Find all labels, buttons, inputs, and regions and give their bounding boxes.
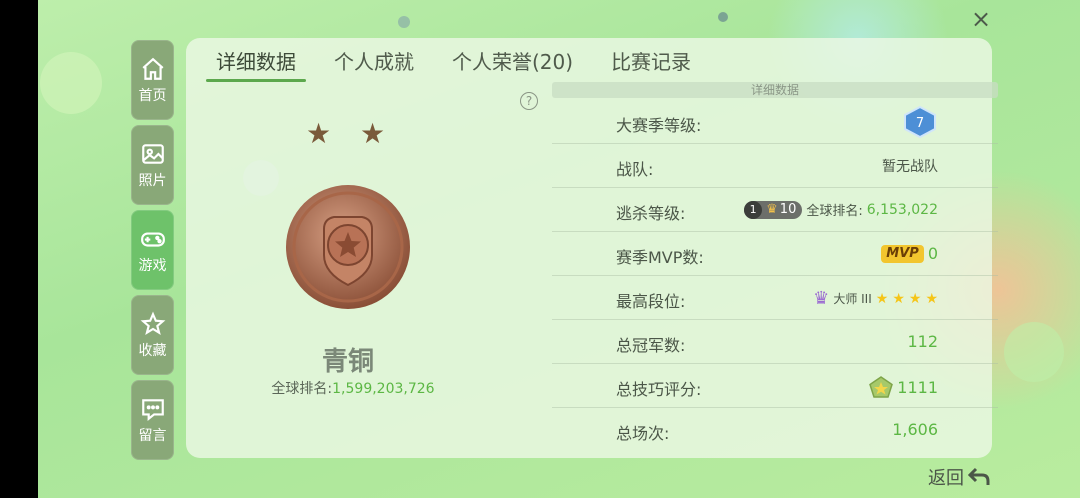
season-level-badge-icon: 7 (904, 106, 936, 138)
sidebar-item-label: 照片 (138, 172, 167, 189)
rank-star-icon: ★ (306, 117, 332, 150)
matches-label: 总场次: (616, 424, 670, 443)
global-rank-value: 1,599,203,726 (332, 381, 435, 397)
table-row: 最高段位: ♛ 大师 III ★ ★ ★ ★ (552, 276, 998, 320)
rank-title: 青铜 (321, 347, 374, 377)
skill-pentagon-icon (869, 376, 894, 398)
favorite-star-icon (140, 311, 165, 335)
photo-icon (141, 143, 164, 164)
main-panel: 详细数据 个人成就 个人荣誉(20) 比赛记录 ? ★ ★ 青铜 全球排名:1,… (186, 38, 998, 458)
table-row: 战队: 暂无战队 (552, 144, 998, 188)
sidebar-item-home[interactable]: 首页 (131, 40, 174, 120)
escape-badge-number: 1 (744, 200, 763, 219)
back-arrow-icon (968, 467, 990, 485)
table-row: 总冠军数: 112 (552, 320, 998, 364)
background-bubble (1004, 322, 1064, 382)
background-bubble (40, 52, 102, 114)
season-level-value: 7 (902, 106, 938, 138)
table-row: 总场次: 1,606 (552, 408, 998, 451)
escape-level-label: 逃杀等级: (616, 204, 686, 223)
bronze-rank-medal-icon (286, 185, 410, 309)
mvp-badge: MVP (881, 244, 924, 263)
close-button[interactable]: × (968, 6, 994, 32)
tab-details[interactable]: 详细数据 (206, 48, 306, 82)
mvp-value: MVP 0 (881, 244, 938, 263)
team-value: 暂无战队 (882, 159, 938, 175)
tier-star-icon: ★ (875, 290, 889, 307)
sidebar-item-label: 收藏 (138, 342, 167, 359)
table-row: 赛季MVP数: MVP 0 (552, 232, 998, 276)
sidebar-item-photos[interactable]: 照片 (131, 125, 174, 205)
message-icon (141, 398, 164, 421)
sidebar-item-label: 留言 (138, 427, 167, 444)
details-header: 详细数据 (552, 82, 998, 98)
highest-tier-name: 大师 III (833, 292, 872, 306)
escape-level-badge: 1 ♛ 10 (744, 200, 803, 219)
sidebar-item-label: 首页 (138, 87, 167, 104)
tier-star-icon: ★ (892, 290, 905, 307)
tab-achievements[interactable]: 个人成就 (324, 48, 424, 80)
game-profile-screen: × 首页 照片 游戏 收藏 留言 详细数据 个人成就 个人荣誉(20) 比赛记录… (38, 0, 1080, 498)
skill-score-value: 1111 (869, 376, 938, 398)
tier-star-icon: ★ (908, 290, 922, 307)
mvp-label: 赛季MVP数: (616, 248, 704, 267)
team-label: 战队: (616, 160, 654, 179)
sidebar-item-favorites[interactable]: 收藏 (131, 295, 174, 375)
sidebar: 首页 照片 游戏 收藏 留言 (131, 40, 174, 465)
escape-rank-label: 全球排名: (806, 204, 863, 219)
tab-bar: 详细数据 个人成就 个人荣誉(20) 比赛记录 (206, 48, 719, 82)
table-row: 逃杀等级: 1 ♛ 10 全球排名: 6,153,022 (552, 188, 998, 232)
skill-score-number: 1111 (897, 377, 938, 397)
close-icon: × (970, 5, 992, 33)
background-bubble (718, 12, 728, 22)
season-level-label: 大赛季等级: (616, 116, 702, 135)
gamepad-icon (140, 232, 165, 247)
sidebar-item-messages[interactable]: 留言 (131, 380, 174, 460)
tab-honors[interactable]: 个人荣誉(20) (442, 48, 583, 80)
championships-label: 总冠军数: (616, 336, 686, 355)
trophy-icon: ♛ (766, 202, 778, 217)
sidebar-item-games[interactable]: 游戏 (131, 210, 174, 290)
rank-star-icon: ★ (360, 117, 386, 150)
table-row: 大赛季等级: 7 (552, 100, 998, 144)
master-tier-icon: ♛ (813, 288, 830, 309)
escape-rank-value: 6,153,022 (866, 201, 938, 218)
tier-star-icon: ★ (925, 290, 938, 307)
background-bubble (398, 16, 410, 28)
svg-text:7: 7 (916, 116, 924, 131)
help-icon[interactable]: ? (520, 92, 538, 110)
back-label: 返回 (928, 468, 964, 489)
global-rank-label: 全球排名: (271, 381, 333, 397)
escape-level-number: 10 (779, 202, 797, 217)
highest-tier-label: 最高段位: (616, 292, 686, 311)
back-button[interactable]: 返回 (928, 464, 990, 490)
rank-global-position: 全球排名:1,599,203,726 (238, 378, 468, 398)
details-table: 大赛季等级: 7 战队: 暂无战队 逃杀等级: 1 ♛ 10 全球排名: 6,1… (552, 100, 998, 451)
tab-match-records[interactable]: 比赛记录 (601, 48, 701, 80)
matches-value: 1,606 (892, 420, 938, 439)
table-row: 总技巧评分: 1111 (552, 364, 998, 408)
mvp-count: 0 (927, 244, 938, 263)
escape-level-value: 1 ♛ 10 全球排名: 6,153,022 (744, 200, 938, 219)
sidebar-item-label: 游戏 (138, 257, 167, 274)
home-icon (142, 57, 163, 80)
skill-score-label: 总技巧评分: (616, 380, 702, 399)
championships-value: 112 (907, 332, 938, 351)
highest-tier-value: ♛ 大师 III ★ ★ ★ ★ (813, 288, 938, 309)
